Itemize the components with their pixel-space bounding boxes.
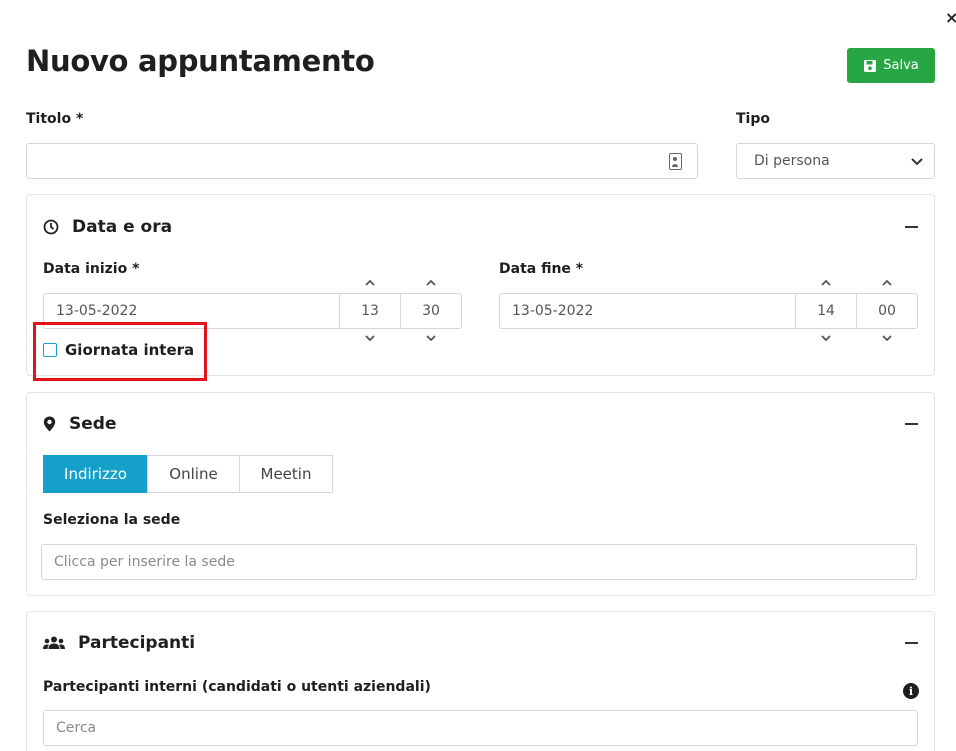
- end-date-input[interactable]: 13-05-2022: [499, 293, 796, 329]
- participants-title: Partecipanti: [78, 633, 196, 653]
- start-date-label: Data inizio *: [43, 261, 140, 277]
- title-label: Titolo *: [26, 111, 84, 127]
- contact-icon[interactable]: [669, 153, 682, 170]
- location-input[interactable]: Clicca per inserire la sede: [41, 544, 917, 580]
- title-input[interactable]: [26, 143, 698, 179]
- end-hour-input[interactable]: 14: [795, 293, 857, 329]
- start-date-value: 13-05-2022: [56, 303, 138, 319]
- end-hour-up-icon[interactable]: [820, 279, 832, 287]
- end-minute-input[interactable]: 00: [856, 293, 918, 329]
- participants-search-input[interactable]: Cerca: [43, 710, 918, 746]
- date-time-title: Data e ora: [72, 217, 173, 237]
- page-title: Nuovo appuntamento: [26, 44, 375, 78]
- tab-indirizzo[interactable]: Indirizzo: [43, 455, 148, 493]
- tab-indirizzo-label: Indirizzo: [64, 465, 127, 483]
- end-minute-up-icon[interactable]: [881, 279, 893, 287]
- tab-meetin[interactable]: Meetin: [239, 455, 333, 493]
- type-select-value: Di persona: [754, 153, 830, 169]
- tab-online-label: Online: [169, 465, 218, 483]
- location-input-placeholder: Clicca per inserire la sede: [54, 554, 235, 570]
- info-icon[interactable]: i: [903, 683, 919, 699]
- participants-heading: Partecipanti: [43, 633, 195, 653]
- map-pin-icon: [43, 416, 56, 432]
- save-button[interactable]: Salva: [847, 48, 935, 83]
- collapse-minus-icon[interactable]: [905, 226, 918, 228]
- end-date-label: Data fine *: [499, 261, 584, 277]
- collapse-minus-icon[interactable]: [905, 423, 918, 425]
- start-hour-up-icon[interactable]: [364, 279, 376, 287]
- date-time-heading: Data e ora: [43, 217, 172, 237]
- highlight-box: [33, 322, 207, 381]
- internal-participants-label: Partecipanti interni (candidati o utenti…: [43, 679, 431, 695]
- start-minute-down-icon[interactable]: [425, 334, 437, 342]
- end-minute-value: 00: [878, 303, 896, 319]
- start-hour-down-icon[interactable]: [364, 334, 376, 342]
- start-minute-input[interactable]: 30: [400, 293, 462, 329]
- location-title: Sede: [69, 414, 117, 434]
- close-icon[interactable]: ×: [945, 8, 956, 27]
- tab-online[interactable]: Online: [147, 455, 240, 493]
- end-hour-value: 14: [817, 303, 835, 319]
- tab-meetin-label: Meetin: [260, 465, 312, 483]
- type-label: Tipo: [736, 111, 770, 127]
- save-icon: [864, 59, 877, 72]
- collapse-minus-icon[interactable]: [905, 642, 918, 644]
- save-button-label: Salva: [883, 58, 919, 73]
- clock-icon: [43, 219, 59, 235]
- location-heading: Sede: [43, 414, 116, 434]
- type-select[interactable]: Di persona: [736, 143, 935, 179]
- end-minute-down-icon[interactable]: [881, 334, 893, 342]
- end-hour-down-icon[interactable]: [820, 334, 832, 342]
- start-hour-input[interactable]: 13: [339, 293, 401, 329]
- location-select-label: Seleziona la sede: [43, 512, 181, 528]
- users-icon: [43, 636, 65, 649]
- chevron-down-icon: [911, 158, 923, 166]
- end-date-value: 13-05-2022: [512, 303, 594, 319]
- participants-search-placeholder: Cerca: [56, 720, 97, 736]
- start-hour-value: 13: [361, 303, 379, 319]
- start-minute-value: 30: [422, 303, 440, 319]
- start-minute-up-icon[interactable]: [425, 279, 437, 287]
